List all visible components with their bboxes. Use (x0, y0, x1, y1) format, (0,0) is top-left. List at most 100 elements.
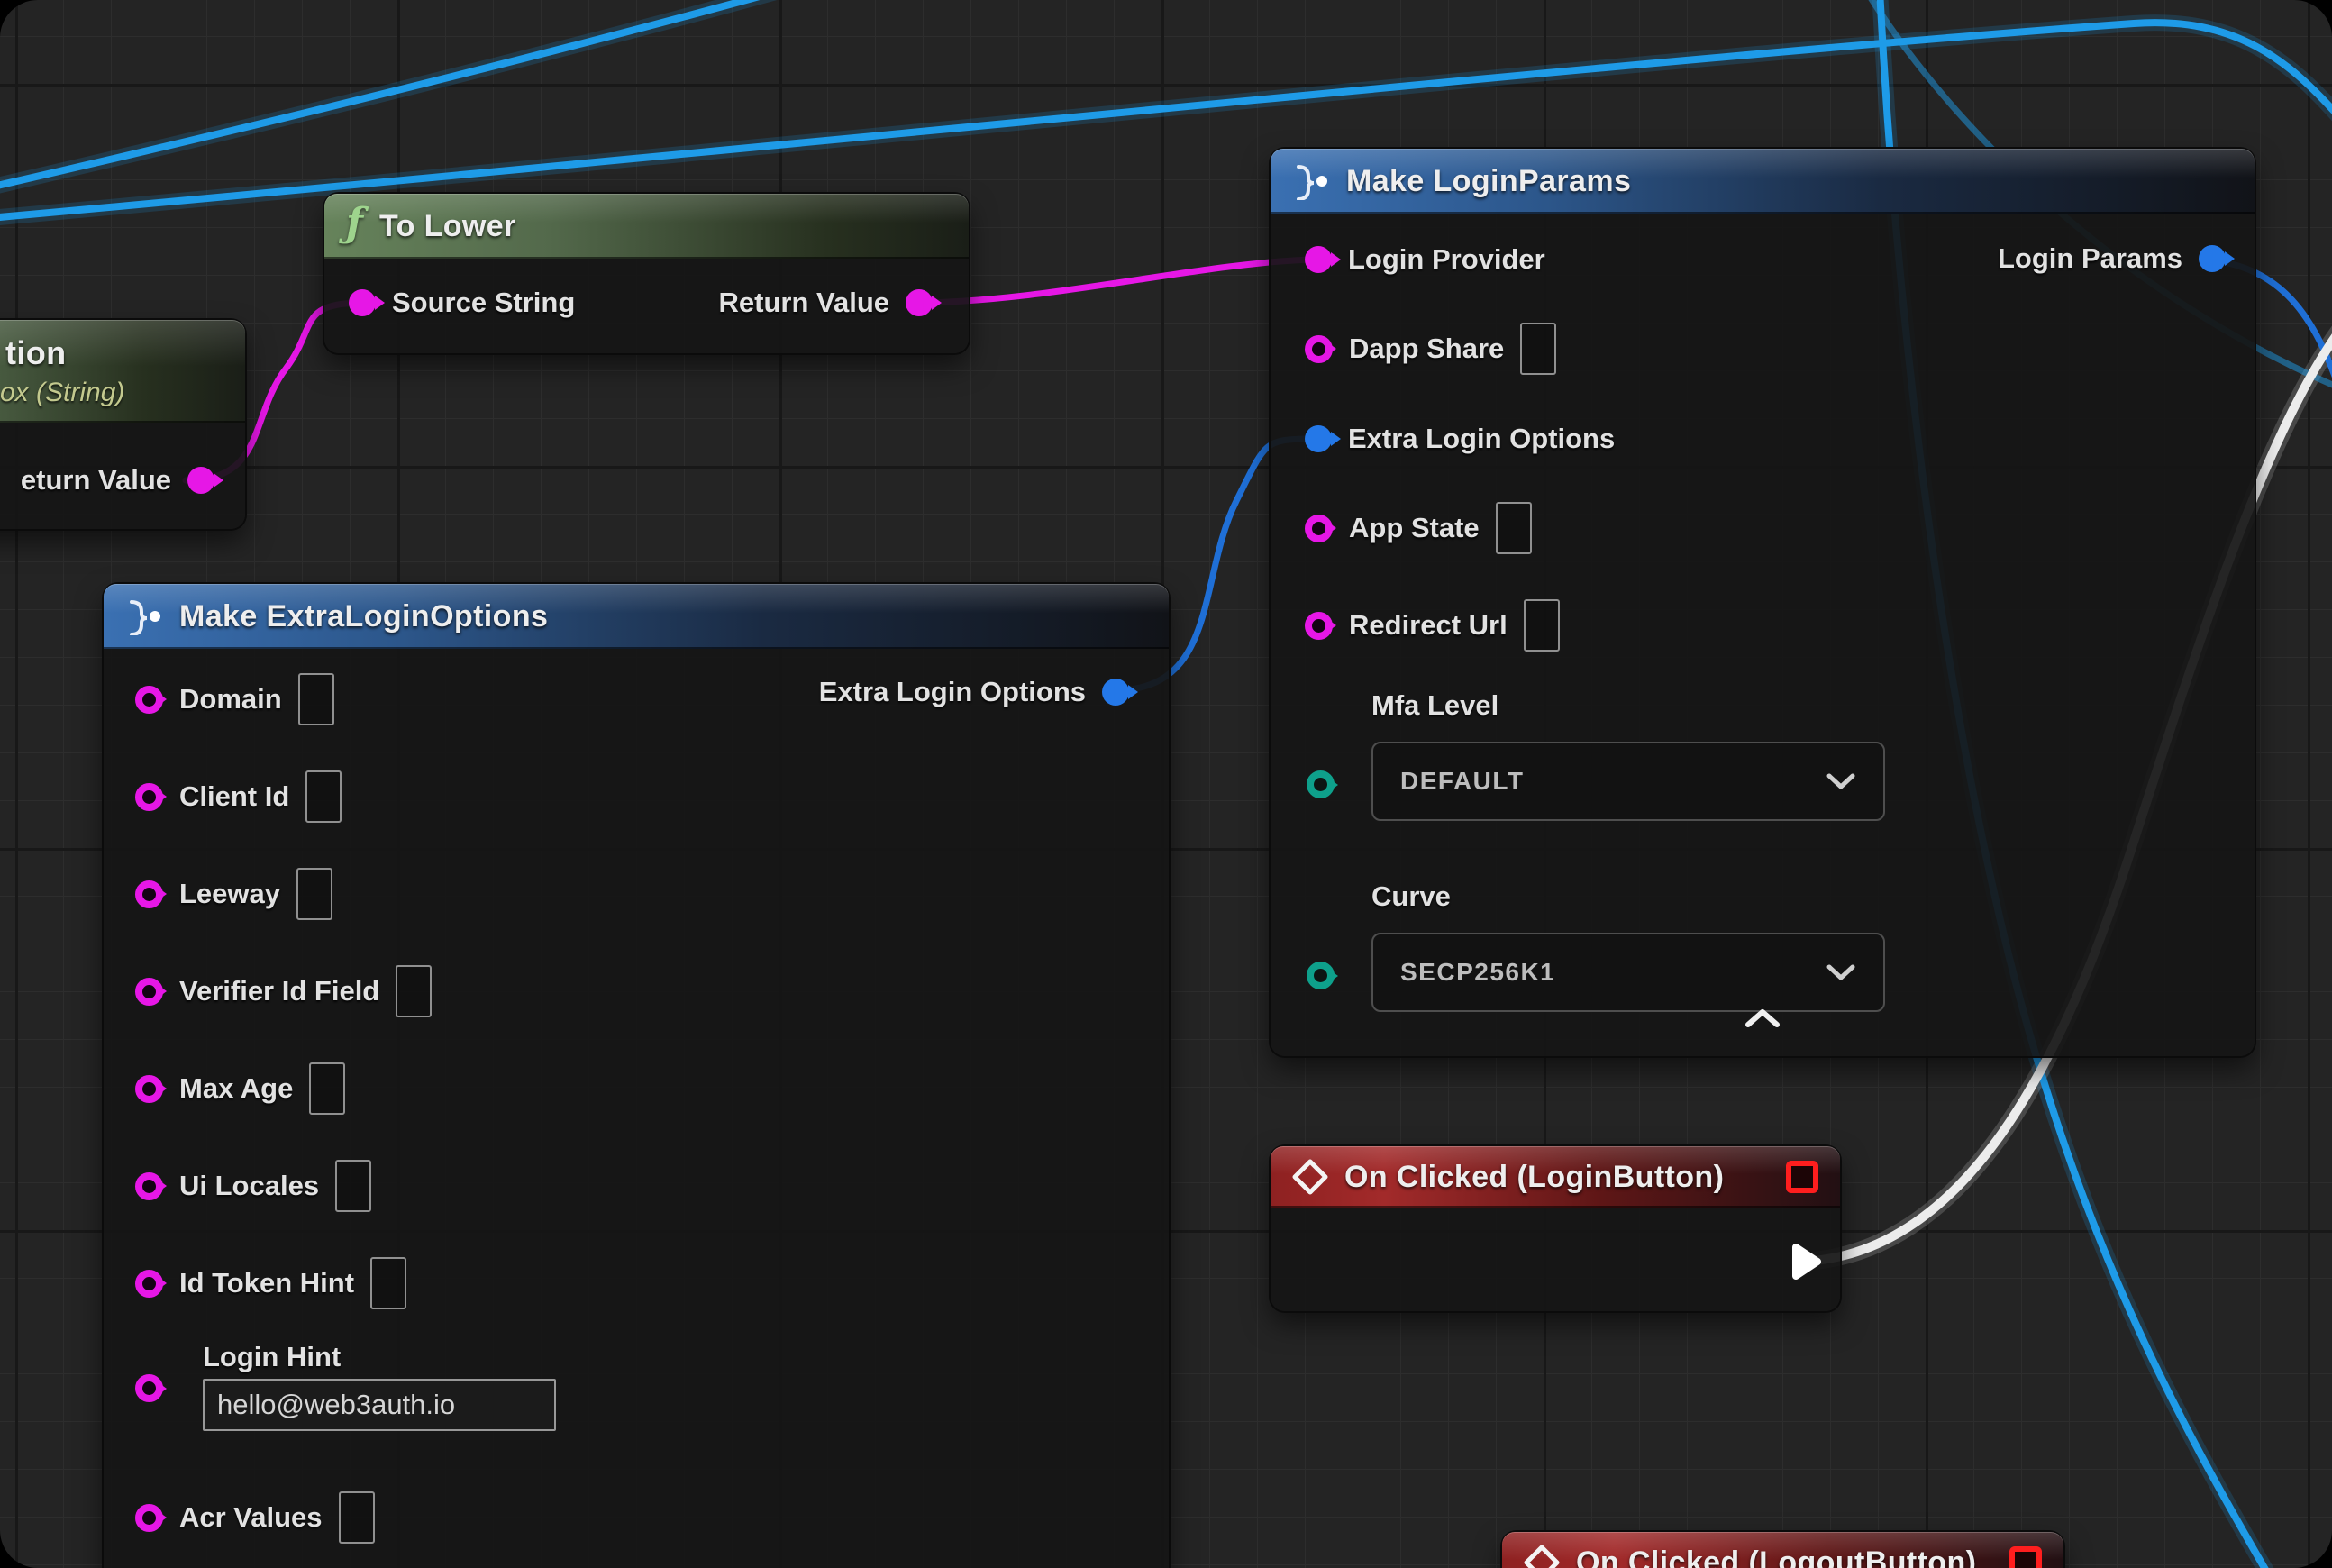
pin-mfa-level[interactable] (1307, 770, 1335, 798)
pin-row-source-string: Source String (349, 278, 575, 328)
pin-return-value[interactable] (187, 467, 214, 494)
node-header[interactable]: Make ExtraLoginOptions (104, 584, 1169, 649)
enum-label-mfa-level: Mfa Level (1371, 689, 1498, 722)
make-struct-icon (1292, 162, 1330, 200)
pin-row-login-params-out: Login Params (1998, 233, 2226, 284)
verifier-id-field-input[interactable] (396, 965, 432, 1017)
delegate-pin[interactable] (1786, 1161, 1818, 1193)
node-on-clicked-logout-button[interactable]: On Clicked (LogoutButton) (1502, 1532, 2063, 1568)
pin-curve[interactable] (1307, 962, 1335, 989)
pin-label: Dapp Share (1349, 333, 1504, 365)
pin-login-provider[interactable] (1305, 246, 1332, 273)
pin-label: Return Value (719, 287, 890, 319)
pin-login-hint[interactable] (135, 1374, 163, 1402)
pin-client-id[interactable] (135, 783, 163, 811)
pin-row-extra-login-options-in: Extra Login Options (1305, 414, 1615, 464)
pin-row-domain: Domain (135, 674, 334, 725)
pin-verifier-id-field[interactable] (135, 978, 163, 1006)
chevron-down-icon (1826, 772, 1856, 790)
collapse-node-button[interactable] (1739, 1005, 1786, 1032)
pin-label: Acr Values (179, 1501, 323, 1534)
node-title: On Clicked (LogoutButton) (1576, 1545, 1976, 1568)
curve-dropdown[interactable]: SECP256K1 (1371, 933, 1885, 1012)
pin-label: Client Id (179, 780, 289, 813)
pin-app-state[interactable] (1305, 515, 1333, 542)
enum-label-curve: Curve (1371, 880, 1451, 913)
ui-locales-input[interactable] (335, 1160, 371, 1212)
pin-dapp-share[interactable] (1305, 335, 1333, 363)
pin-ui-locales[interactable] (135, 1172, 163, 1200)
domain-input[interactable] (298, 673, 334, 725)
pin-redirect-url[interactable] (1305, 612, 1333, 640)
node-subtitle-fragment: ox (String) (0, 378, 124, 408)
mfa-level-dropdown[interactable]: DEFAULT (1371, 742, 1885, 821)
pin-label: Redirect Url (1349, 609, 1508, 642)
pin-row-extra-login-options-out: Extra Login Options (819, 667, 1129, 717)
blueprint-graph-canvas[interactable]: tion ox (String) eturn Value ƒ To Lower … (0, 0, 2332, 1568)
max-age-input[interactable] (309, 1062, 345, 1115)
pin-label: Extra Login Options (819, 676, 1086, 708)
pin-label: eturn Value (21, 464, 171, 497)
wire-tolower-to-loginprovider (914, 260, 1312, 303)
node-header[interactable]: ƒ To Lower (324, 194, 969, 259)
redirect-url-input[interactable] (1524, 599, 1560, 652)
pin-label: App State (1349, 512, 1480, 544)
pin-row-acr-values: Acr Values (135, 1492, 375, 1543)
pin-label: Source String (392, 287, 575, 319)
pin-row-dapp-share: Dapp Share (1305, 324, 1556, 374)
pin-label: Domain (179, 683, 282, 716)
exec-output-pin[interactable] (1791, 1242, 1824, 1281)
node-partial-function[interactable]: tion ox (String) eturn Value (0, 320, 245, 529)
event-icon (1524, 1545, 1560, 1568)
pin-row-login-provider: Login Provider (1305, 234, 1545, 285)
node-header[interactable]: On Clicked (LogoutButton) (1502, 1532, 2063, 1568)
pin-label: Extra Login Options (1348, 423, 1615, 455)
pin-extra-login-options-out[interactable] (1102, 679, 1129, 706)
login-hint-input[interactable] (203, 1379, 556, 1431)
pin-row-verifier-id-field: Verifier Id Field (135, 966, 432, 1016)
pin-id-token-hint[interactable] (135, 1270, 163, 1298)
client-id-input[interactable] (305, 770, 342, 823)
delegate-pin[interactable] (2009, 1546, 2042, 1568)
node-make-extra-login-options[interactable]: Make ExtraLoginOptions Extra Login Optio… (104, 584, 1169, 1568)
pin-row-leeway: Leeway (135, 869, 332, 919)
pin-row-id-token-hint: Id Token Hint (135, 1258, 406, 1308)
pin-row-return-value: Return Value (719, 278, 934, 328)
node-make-login-params[interactable]: Make LoginParams Login Params Login Prov… (1271, 149, 2255, 1056)
pin-extra-login-options-in[interactable] (1305, 425, 1332, 452)
pin-row-redirect-url: Redirect Url (1305, 600, 1560, 651)
pin-acr-values[interactable] (135, 1504, 163, 1532)
node-title: On Clicked (LoginButton) (1344, 1160, 1724, 1195)
pin-label-login-hint: Login Hint (203, 1341, 341, 1373)
pin-domain[interactable] (135, 686, 163, 714)
node-to-lower[interactable]: ƒ To Lower Source String Return Value (324, 194, 969, 353)
pin-row-return-value-partial: eturn Value (0, 455, 214, 506)
pin-label: Verifier Id Field (179, 975, 379, 1007)
acr-values-input[interactable] (339, 1491, 375, 1544)
node-header[interactable]: Make LoginParams (1271, 149, 2255, 214)
pin-label: Leeway (179, 878, 280, 910)
leeway-input[interactable] (296, 868, 332, 920)
id-token-hint-input[interactable] (370, 1257, 406, 1309)
app-state-input[interactable] (1496, 502, 1532, 554)
node-on-clicked-login-button[interactable]: On Clicked (LoginButton) (1271, 1146, 1840, 1311)
pin-row-ui-locales: Ui Locales (135, 1161, 371, 1211)
pin-row-app-state: App State (1305, 503, 1532, 553)
pin-label: Id Token Hint (179, 1267, 354, 1299)
pin-login-params-out[interactable] (2199, 245, 2226, 272)
pin-source-string[interactable] (349, 289, 376, 316)
pin-row-max-age: Max Age (135, 1063, 345, 1114)
pin-max-age[interactable] (135, 1075, 163, 1103)
event-icon (1292, 1159, 1328, 1195)
node-title: Make ExtraLoginOptions (179, 599, 548, 634)
dropdown-value: DEFAULT (1400, 767, 1525, 796)
pin-label: Login Provider (1348, 243, 1545, 276)
node-header[interactable]: On Clicked (LoginButton) (1271, 1146, 1840, 1208)
dapp-share-input[interactable] (1520, 323, 1556, 375)
node-title: Make LoginParams (1346, 164, 1631, 199)
pin-return-value[interactable] (906, 289, 933, 316)
pin-leeway[interactable] (135, 880, 163, 908)
dropdown-value: SECP256K1 (1400, 958, 1555, 987)
pin-label: Ui Locales (179, 1170, 319, 1202)
pin-label: Max Age (179, 1072, 293, 1105)
